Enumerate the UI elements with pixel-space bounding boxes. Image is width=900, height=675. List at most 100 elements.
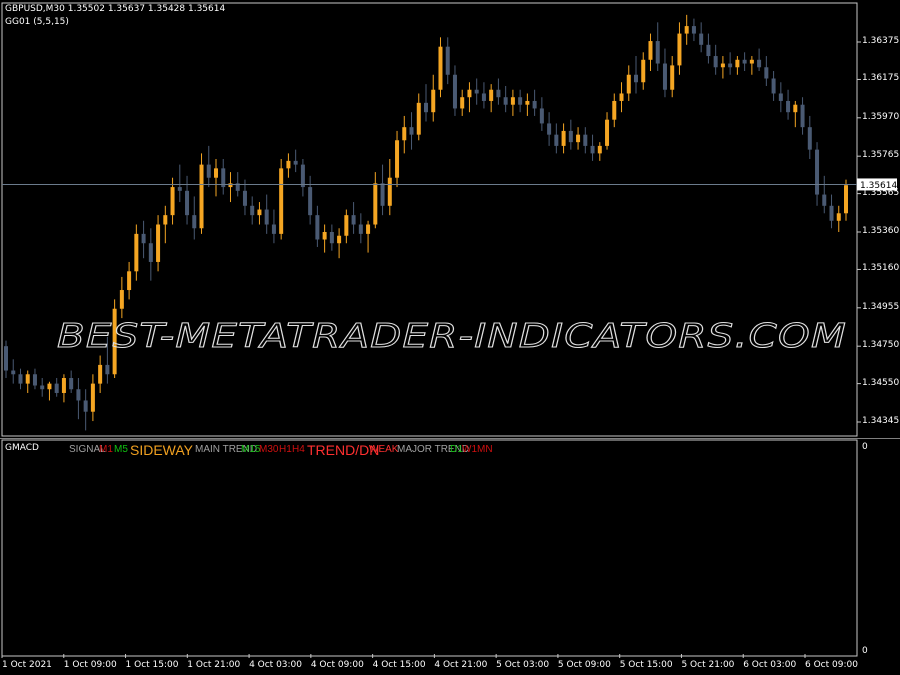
signal-label-weak: WEAK xyxy=(369,444,399,455)
candle-bull xyxy=(373,183,378,225)
candle-bear xyxy=(242,190,247,206)
candle-bear xyxy=(83,400,88,412)
candle-bull xyxy=(127,271,132,291)
candle-bear xyxy=(778,93,783,101)
price-tick-label: 1.34750 xyxy=(862,340,900,351)
candle-bear xyxy=(308,187,313,216)
candle-bull xyxy=(561,130,566,146)
indicator-header: GG01 (5,5,15) xyxy=(5,17,69,27)
candle-bull xyxy=(337,235,342,244)
time-tick-label: 4 Oct 21:00 xyxy=(434,660,488,670)
candle-bear xyxy=(148,243,153,262)
candle-bull xyxy=(677,33,682,66)
candle-bull xyxy=(438,46,443,90)
price-tick-label: 1.36375 xyxy=(862,36,900,46)
candle-bull xyxy=(156,224,161,262)
watermark-text: BEST-METATRADER-INDICATORS.COM xyxy=(57,316,847,356)
price-tick-label: 1.35565 xyxy=(862,187,900,198)
candle-bear xyxy=(568,130,573,143)
candle-bull xyxy=(416,102,421,135)
candle-bull xyxy=(626,74,631,94)
subwindow-axis-top: 0 xyxy=(862,442,868,452)
candle-bear xyxy=(481,93,486,101)
candle-bull xyxy=(98,364,103,384)
candle-bull xyxy=(257,209,262,216)
subwindow-axis-bottom: 0 xyxy=(862,646,868,656)
candle-bull xyxy=(684,26,689,34)
candle-bear xyxy=(634,74,638,83)
candle-bear xyxy=(69,378,74,390)
candle-bull xyxy=(735,59,740,68)
candle-bull xyxy=(720,63,725,68)
candle-bear xyxy=(547,123,552,135)
candle-bear xyxy=(742,59,747,64)
candle-bull xyxy=(163,215,168,225)
candle-bull xyxy=(793,104,798,113)
candle-bear xyxy=(655,41,660,64)
candle-bear xyxy=(206,164,211,178)
candle-bull xyxy=(402,127,407,141)
candle-bull xyxy=(597,145,602,154)
candle-bear xyxy=(32,374,37,386)
main-frame xyxy=(1,2,858,437)
candle-bull xyxy=(612,100,617,120)
price-tick-label: 1.35360 xyxy=(862,226,900,236)
candle-bear xyxy=(583,134,588,146)
signal-label-sideway: SIDEWAY xyxy=(130,442,194,458)
candle-bear xyxy=(496,89,501,98)
candle-bear xyxy=(532,100,537,109)
signal-label-h1: H1 xyxy=(279,444,292,455)
metatrader-terminal: 1.35614 GBPUSD,M30 1.35502 1.35637 1.354… xyxy=(0,0,900,675)
candle-bear xyxy=(822,194,827,206)
candle-bear xyxy=(764,67,769,79)
candle-bull xyxy=(605,119,610,146)
candle-bull xyxy=(467,89,472,98)
price-chart[interactable]: 1.35614 xyxy=(0,0,900,438)
candle-bull xyxy=(395,140,400,178)
candle-bull xyxy=(170,187,175,216)
candle-bear xyxy=(76,389,81,401)
candle-bear xyxy=(539,108,544,124)
time-tick-label: 1 Oct 2021 xyxy=(2,660,52,670)
candle-bull xyxy=(322,232,327,240)
watermark-label: BEST-METATRADER-INDICATORS.COM xyxy=(57,316,847,355)
candle-bull xyxy=(214,168,218,178)
gmacd-subwindow[interactable] xyxy=(0,438,900,675)
signal-label-h4: H4 xyxy=(292,444,305,455)
candle-bull xyxy=(460,97,465,109)
candle-bear xyxy=(706,44,711,57)
candle-bull xyxy=(648,41,653,60)
candle-bear xyxy=(185,190,190,216)
candle-bull xyxy=(510,97,515,105)
candle-bear xyxy=(807,127,812,150)
candle-bull xyxy=(489,89,494,101)
candle-bear xyxy=(300,164,305,188)
candle-bull xyxy=(387,177,392,206)
candle-bull xyxy=(344,215,349,236)
candle-bear xyxy=(264,209,269,225)
time-tick-label: 5 Oct 15:00 xyxy=(619,660,673,670)
time-tick-label: 5 Oct 09:00 xyxy=(557,660,611,670)
signal-label-d1: D1 xyxy=(450,444,463,455)
time-tick-label: 4 Oct 03:00 xyxy=(249,660,303,670)
candle-bear xyxy=(829,205,834,221)
candle-bear xyxy=(474,89,479,94)
time-tick-label: 5 Oct 03:00 xyxy=(496,660,550,670)
candle-bear xyxy=(800,104,805,128)
time-tick-label: 5 Oct 21:00 xyxy=(681,660,735,670)
candle-bull xyxy=(836,213,841,221)
candle-bear xyxy=(786,100,791,113)
candle-bear xyxy=(329,232,334,244)
candle-bear xyxy=(445,46,450,75)
candle-bear xyxy=(554,134,559,146)
candle-bull xyxy=(199,164,204,229)
signal-label-m30: M30 xyxy=(259,444,279,455)
symbol-header: GBPUSD,M30 1.35502 1.35637 1.35428 1.356… xyxy=(5,4,226,14)
candle-bear xyxy=(728,63,733,68)
time-tick-label: 1 Oct 21:00 xyxy=(187,660,241,670)
time-tick-label: 6 Oct 03:00 xyxy=(743,660,797,670)
candle-bear xyxy=(40,385,45,390)
candle-bear xyxy=(662,63,667,90)
candle-bull xyxy=(366,224,371,234)
time-tick-label: 6 Oct 09:00 xyxy=(805,660,858,670)
